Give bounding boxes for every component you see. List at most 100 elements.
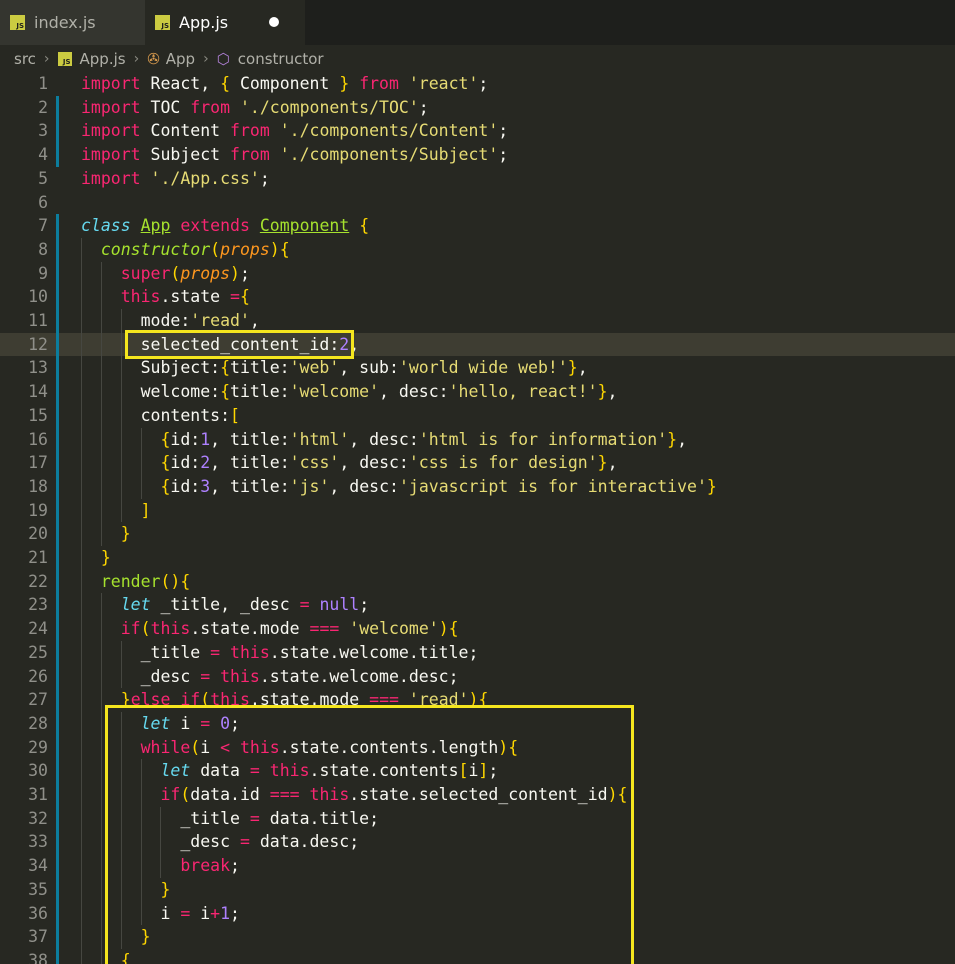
indent-guide xyxy=(100,261,102,546)
code-text: welcome:{title:'welcome', desc:'hello, r… xyxy=(81,382,618,402)
js-file-icon: JS xyxy=(155,15,170,30)
line-number: 2 xyxy=(38,97,48,117)
code-line[interactable]: 22 render(){ xyxy=(0,570,955,594)
line-number: 8 xyxy=(38,239,48,259)
code-line[interactable]: 9 super(props); xyxy=(0,262,955,286)
code-line[interactable]: 8 constructor(props){ xyxy=(0,238,955,262)
line-number: 22 xyxy=(28,571,48,591)
indent-guide xyxy=(140,427,142,499)
code-text: ] xyxy=(140,500,151,520)
code-text: _title = this.state.welcome.title; xyxy=(81,642,479,662)
modified-gutter-marker xyxy=(56,95,59,167)
code-text: } xyxy=(120,524,131,544)
breadcrumb-class[interactable]: App xyxy=(166,50,195,68)
line-number: 30 xyxy=(28,761,48,781)
code-line[interactable]: 18 {id:3, title:'js', desc:'javascript i… xyxy=(0,475,955,499)
code-text: contents:[ xyxy=(81,405,240,425)
chevron-right-icon: › xyxy=(43,50,50,67)
breadcrumb-file[interactable]: App.js xyxy=(80,50,126,68)
code-text: } xyxy=(100,548,111,567)
line-number: 25 xyxy=(28,642,48,662)
breadcrumb-member[interactable]: constructor xyxy=(238,50,324,68)
line-number: 14 xyxy=(28,382,48,402)
indent-guide xyxy=(81,237,82,964)
line-number: 4 xyxy=(38,145,48,165)
line-number: 11 xyxy=(28,311,48,330)
line-number: 20 xyxy=(28,524,48,544)
code-text: {id:1, title:'html', desc:'html is for i… xyxy=(160,429,688,449)
line-number: 5 xyxy=(38,168,48,188)
line-number: 1 xyxy=(38,74,48,93)
code-line[interactable]: 15 contents:[ xyxy=(0,404,955,428)
line-number: 37 xyxy=(28,927,48,947)
code-text: render(){ xyxy=(100,571,191,591)
code-editor[interactable]: 1 import React, { Component } from 'react… xyxy=(0,72,955,964)
code-text: import React, { Component } from 'react'… xyxy=(81,74,489,93)
code-text: import Subject from './components/Subjec… xyxy=(81,145,509,165)
code-line[interactable]: 16 {id:1, title:'html', desc:'html is fo… xyxy=(0,428,955,452)
code-line[interactable]: 2 import TOC from './components/TOC'; xyxy=(0,96,955,120)
chevron-right-icon: › xyxy=(133,50,140,67)
code-line[interactable]: 3 import Content from './components/Conte… xyxy=(0,119,955,143)
code-text: {id:2, title:'css', desc:'css is for des… xyxy=(160,453,618,473)
code-line[interactable]: 6 xyxy=(0,191,955,215)
code-line[interactable]: 20 } xyxy=(0,522,955,546)
line-number: 27 xyxy=(28,690,48,710)
line-number: 16 xyxy=(28,429,48,449)
line-number: 32 xyxy=(28,808,48,828)
code-line[interactable]: 1 import React, { Component } from 'react… xyxy=(0,72,955,96)
code-line[interactable]: 10 this.state ={ xyxy=(0,285,955,309)
line-number: 28 xyxy=(28,713,48,733)
code-text: super(props); xyxy=(120,263,250,283)
code-text: let _title, _desc = null; xyxy=(120,595,370,615)
code-text: Subject:{title:'web', sub:'world wide we… xyxy=(81,358,588,378)
code-text: import './App.css'; xyxy=(81,168,270,188)
indent-guide xyxy=(120,640,122,689)
js-file-icon: JS xyxy=(57,51,72,66)
code-line[interactable]: 4 import Subject from './components/Subje… xyxy=(0,143,955,167)
code-text: {id:3, title:'js', desc:'javascript is f… xyxy=(160,476,717,496)
line-number: 35 xyxy=(28,879,48,899)
line-number: 3 xyxy=(38,121,48,141)
indent-guide xyxy=(100,593,102,964)
code-text: _desc = this.state.welcome.desc; xyxy=(81,666,459,686)
line-number: 10 xyxy=(28,287,48,307)
code-line[interactable]: 5 import './App.css'; xyxy=(0,167,955,191)
line-number: 19 xyxy=(28,500,48,520)
breadcrumb: src › JS App.js › ✇ App › ⬡ constructor xyxy=(0,45,955,72)
line-number: 24 xyxy=(28,619,48,639)
code-line[interactable]: 19 ] xyxy=(0,499,955,523)
line-number: 21 xyxy=(28,548,48,567)
line-number: 17 xyxy=(28,453,48,473)
code-line[interactable]: 23 let _title, _desc = null; xyxy=(0,593,955,617)
tab-index-js[interactable]: JS index.js xyxy=(0,0,145,45)
code-line[interactable]: 24 if(this.state.mode === 'welcome'){ xyxy=(0,617,955,641)
line-number: 12 xyxy=(28,334,48,354)
highlight-box-while-loop xyxy=(105,705,634,964)
code-line[interactable]: 25 _title = this.state.welcome.title; xyxy=(0,641,955,665)
tab-label: index.js xyxy=(34,13,96,32)
line-number: 33 xyxy=(28,832,48,852)
code-line[interactable]: 21 } xyxy=(0,546,955,570)
highlight-box-selected-content-id xyxy=(125,329,354,360)
breadcrumb-folder[interactable]: src xyxy=(14,50,36,68)
line-number: 26 xyxy=(28,666,48,686)
indent-guide xyxy=(120,309,122,523)
tab-label: App.js xyxy=(179,13,229,32)
code-line[interactable]: 14 welcome:{title:'welcome', desc:'hello… xyxy=(0,380,955,404)
code-line[interactable]: 7 class App extends Component { xyxy=(0,214,955,238)
code-text: constructor(props){ xyxy=(100,239,290,259)
code-text: import TOC from './components/TOC'; xyxy=(81,97,429,117)
unsaved-dot-icon[interactable] xyxy=(269,17,279,27)
line-number: 31 xyxy=(28,785,48,804)
line-number: 15 xyxy=(28,405,48,425)
code-line[interactable]: 17 {id:2, title:'css', desc:'css is for … xyxy=(0,451,955,475)
code-line[interactable]: 26 _desc = this.state.welcome.desc; xyxy=(0,665,955,689)
js-file-icon: JS xyxy=(10,15,25,30)
tab-app-js[interactable]: JS App.js xyxy=(145,0,305,45)
line-number: 7 xyxy=(38,216,48,236)
code-line[interactable]: 13 Subject:{title:'web', sub:'world wide… xyxy=(0,356,955,380)
line-number: 6 xyxy=(38,192,48,212)
line-number: 36 xyxy=(28,903,48,923)
code-text: this.state ={ xyxy=(120,287,250,307)
